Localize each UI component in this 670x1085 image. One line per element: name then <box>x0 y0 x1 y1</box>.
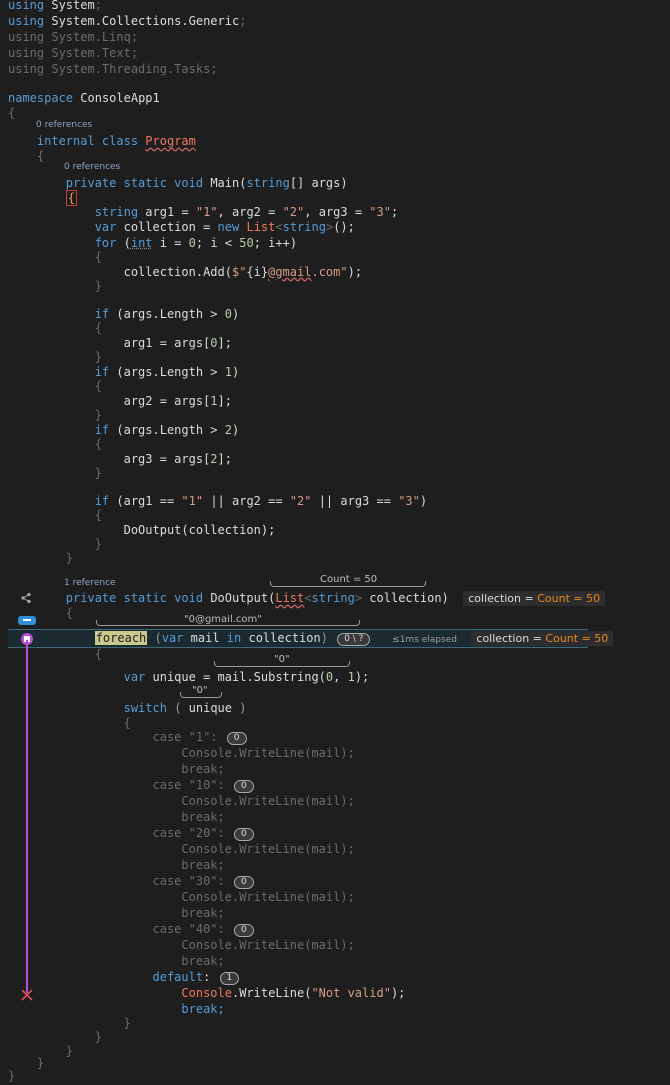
case-1: case "1": 0 <box>8 729 247 745</box>
class-line: internal class Program <box>36 134 196 148</box>
case-count-pill[interactable]: 0 <box>234 924 254 937</box>
elapsed-label: ≤1ms elapsed <box>392 635 457 645</box>
namespace-brace: { <box>8 106 16 120</box>
using-line-5: using System.Threading.Tasks; <box>8 62 218 76</box>
main-signature: private static void Main(string[] args) <box>65 176 348 190</box>
substring-value: "0" <box>274 654 290 665</box>
param-count-label: Count = 50 <box>320 574 378 585</box>
default-count-pill[interactable]: 1 <box>219 972 240 985</box>
using-line-4: using System.Text; <box>8 46 139 60</box>
dooutput-codelens[interactable]: 1 reference <box>64 578 116 588</box>
class-codelens[interactable]: 0 references <box>36 120 92 130</box>
case-30: case "30": 0 <box>8 873 254 889</box>
namespace-line: namespace ConsoleApp1 <box>8 91 160 105</box>
breakpoint-start-icon[interactable] <box>18 616 36 625</box>
default-case: default: 1 <box>8 969 240 985</box>
main-codelens[interactable]: 0 references <box>64 162 120 172</box>
foreach-line: foreach (var mail in collection) 0 \ ? ≤… <box>8 630 614 646</box>
case-10: case "10": 0 <box>8 777 254 793</box>
datatip-collection-2[interactable]: collection = Count = 50 <box>471 631 614 646</box>
foreach-pill[interactable]: 0 \ ? <box>337 633 371 646</box>
not-valid-line: Console.WriteLine("Not valid"); <box>181 986 406 1000</box>
case-count-pill[interactable]: 0 <box>234 876 254 889</box>
dooutput-signature: private static void DoOutput(List<string… <box>8 590 606 606</box>
using-system: System <box>51 0 95 12</box>
case-count-pill[interactable]: 0 <box>234 780 254 793</box>
case-count-pill[interactable]: 0 <box>226 732 247 745</box>
foreach-mail-value: "0@gmail.com" <box>184 614 262 625</box>
using-line-3: using System.Linq; <box>8 30 139 44</box>
case-count-pill[interactable]: 0 <box>234 828 254 841</box>
datatip-collection-1[interactable]: collection = Count = 50 <box>463 591 606 606</box>
case-40: case "40": 0 <box>8 921 254 937</box>
using-line-1: using System; <box>8 0 102 12</box>
unique-value: "0" <box>192 685 208 696</box>
end-x-icon[interactable] <box>21 989 33 1001</box>
case-20: case "20": 0 <box>8 825 254 841</box>
using-line-2: using System.Collections.Generic; <box>8 14 247 28</box>
